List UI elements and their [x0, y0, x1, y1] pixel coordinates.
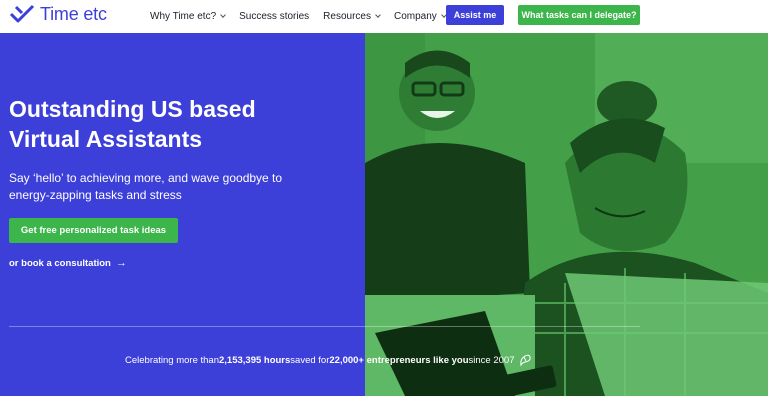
consult-link-label: or book a consultation [9, 257, 111, 269]
nav-item-label: Company [393, 11, 437, 22]
headline-line-2: Virtual Assistants [9, 126, 203, 152]
nav-item-resources[interactable]: Resources [323, 11, 381, 22]
chevron-down-icon [220, 12, 226, 18]
nav-item-label: Success stories [239, 11, 310, 22]
hero-divider [9, 326, 640, 327]
chevron-down-icon [375, 12, 381, 18]
headline-line-1: Outstanding US based [9, 96, 256, 122]
nav-item-success-stories[interactable]: Success stories [239, 11, 309, 22]
what-tasks-button[interactable]: What tasks can I delegate? [518, 5, 640, 25]
brand-name: Time etc [40, 3, 107, 24]
book-consultation-link[interactable]: or book a consultation → [9, 257, 127, 269]
page-bottom-strip [0, 396, 768, 407]
arrow-right-icon: → [115, 257, 127, 269]
nav-menu: Why Time etc? Success stories Resources … [150, 0, 460, 33]
hero-headline: Outstanding US based Virtual Assistants [9, 94, 349, 154]
stats-hours: 2,153,395 hours [219, 354, 291, 366]
sparkle-doodle-icon [520, 354, 532, 367]
top-navigation: Time etc Why Time etc? Success stories R… [0, 0, 768, 33]
brand-logo[interactable]: Time etc [9, 3, 107, 25]
nav-item-company[interactable]: Company [393, 11, 447, 22]
nav-item-label: Resources [323, 11, 371, 22]
checkmark-logo-icon [9, 4, 35, 23]
hero-panel [0, 33, 365, 396]
nav-item-label: Why Time etc? [150, 11, 217, 22]
hero-photo [365, 33, 768, 396]
stats-middle: saved for [290, 354, 330, 366]
assist-me-button[interactable]: Assist me [446, 5, 504, 25]
stats-banner: Celebrating more than 2,153,395 hours sa… [125, 353, 532, 367]
nav-item-why-time-etc[interactable]: Why Time etc? [150, 11, 226, 22]
stats-suffix: since 2007 [468, 354, 515, 366]
get-task-ideas-button[interactable]: Get free personalized task ideas [9, 218, 178, 243]
hero-subtext: Say ‘hello’ to achieving more, and wave … [9, 171, 283, 202]
hero-photo-illustration [365, 33, 768, 396]
stats-entrepreneurs: 22,000+ entrepreneurs like you [329, 354, 469, 366]
stats-prefix: Celebrating more than [125, 354, 219, 366]
